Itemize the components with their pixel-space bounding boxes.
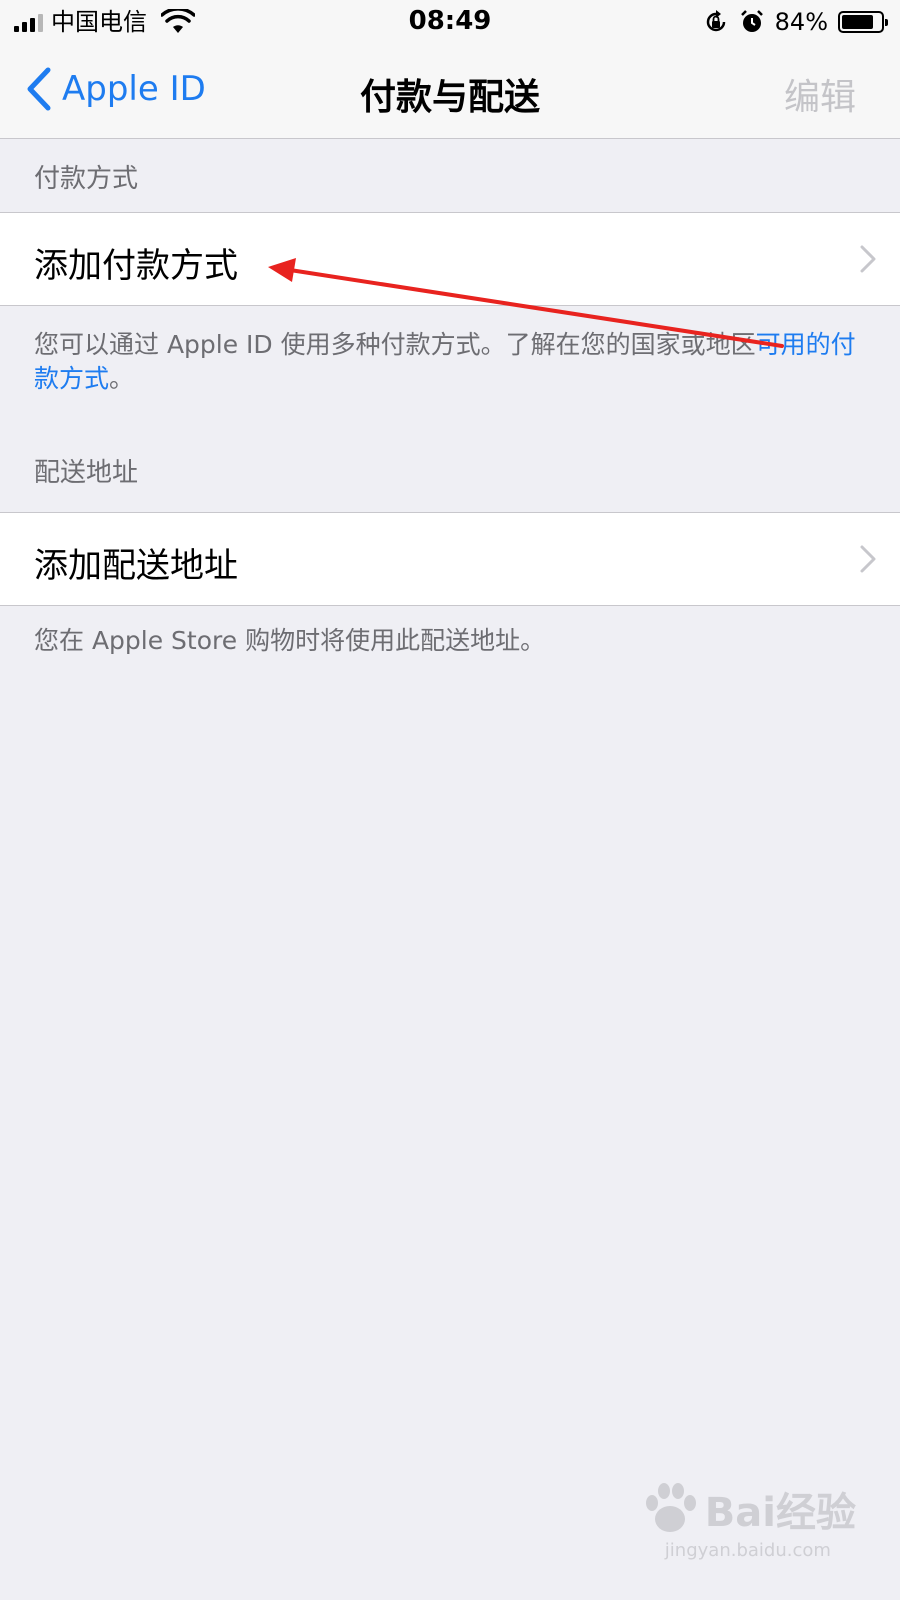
battery-icon [838,11,888,33]
shipping-footer: 您在 Apple Store 购物时将使用此配送地址。 [34,626,546,655]
add-payment-method-cell[interactable]: 添加付款方式 [0,212,900,306]
payment-footer-end: 。 [109,364,135,393]
orientation-lock-icon [706,10,725,32]
shipping-section-header: 配送地址 [34,458,139,488]
page-title: 付款与配送 [359,77,540,118]
chevron-right-icon [860,245,876,273]
status-bar: 中国电信 08:49 84% [0,0,900,46]
paw-logo-icon [645,1483,696,1532]
navigation-bar: Apple ID 付款与配送 编辑 [0,46,900,139]
add-shipping-address-cell[interactable]: 添加配送地址 [0,512,900,606]
add-payment-method-label: 添加付款方式 [34,246,238,286]
watermark-brand: Bai经验 [704,1490,856,1536]
add-shipping-address-label: 添加配送地址 [34,546,238,586]
baidu-jingyan-watermark: Bai经验 jingyan.baidu.com [640,1480,856,1561]
payment-section-header: 付款方式 [34,164,139,194]
payment-footer: 您可以通过 Apple ID 使用多种付款方式。了解在您的国家或地区可用的付款方… [34,328,864,396]
chevron-right-icon [860,545,876,573]
alarm-icon [740,10,763,32]
status-right: 84% [703,8,888,36]
edit-button[interactable]: 编辑 [784,68,856,120]
battery-percentage: 84% [774,8,828,36]
payment-footer-text: 您可以通过 Apple ID 使用多种付款方式。了解在您的国家或地区 [34,330,756,359]
battery-fill [842,15,874,29]
watermark-url: jingyan.baidu.com [664,1540,831,1561]
